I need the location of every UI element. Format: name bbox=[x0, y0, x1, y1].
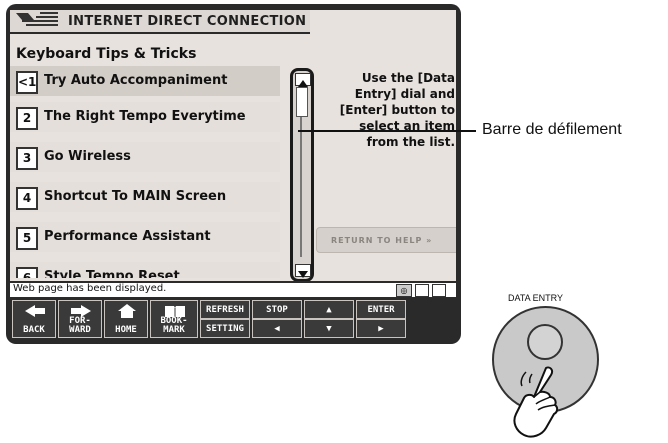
title-bar: INTERNET DIRECT CONNECTION bbox=[10, 10, 310, 34]
enter-button[interactable]: ENTER bbox=[356, 300, 406, 319]
house-icon bbox=[118, 304, 136, 318]
setting-button[interactable]: SETTING bbox=[200, 319, 250, 338]
internet-logo-icon bbox=[16, 12, 58, 26]
down-button[interactable]: ▼ bbox=[304, 319, 354, 338]
right-button[interactable]: ▶ bbox=[356, 319, 406, 338]
item-number[interactable]: 3 bbox=[16, 147, 38, 170]
forward-button[interactable]: FOR- WARD bbox=[58, 300, 102, 338]
dial-knob[interactable] bbox=[527, 324, 563, 360]
status-indicator bbox=[415, 284, 429, 297]
back-button[interactable]: BACK bbox=[12, 300, 56, 338]
scroll-thumb[interactable] bbox=[296, 87, 308, 117]
browser-toolbar: BACK FOR- WARD HOME BOOK- MARK REFRESH S… bbox=[10, 298, 456, 340]
lcd-display: INTERNET DIRECT CONNECTION Keyboard Tips… bbox=[6, 4, 461, 344]
browser-screen: INTERNET DIRECT CONNECTION Keyboard Tips… bbox=[10, 10, 456, 340]
status-text: Web page has been displayed. bbox=[13, 283, 167, 294]
list-item[interactable]: 5 Performance Assistant bbox=[10, 222, 280, 252]
window-title: INTERNET DIRECT CONNECTION bbox=[68, 14, 307, 29]
scroll-down-button[interactable] bbox=[295, 264, 311, 278]
list-item[interactable]: 6 Style Tempo Reset bbox=[10, 262, 280, 278]
dial-label: DATA ENTRY bbox=[508, 293, 564, 303]
item-label[interactable]: Shortcut To MAIN Screen bbox=[44, 189, 226, 204]
list-item[interactable]: 4 Shortcut To MAIN Screen bbox=[10, 182, 280, 212]
instruction-line: Use the [Data bbox=[361, 71, 455, 85]
item-number[interactable]: 5 bbox=[16, 227, 38, 250]
instruction-text: Use the [Data Entry] dial and [Enter] bu… bbox=[310, 70, 455, 146]
scroll-track[interactable] bbox=[300, 117, 302, 257]
forward-label: FOR- WARD bbox=[69, 316, 91, 335]
refresh-button[interactable]: REFRESH bbox=[200, 300, 250, 319]
up-button[interactable]: ▲ bbox=[304, 300, 354, 319]
down-arrow-icon: ▼ bbox=[326, 324, 332, 334]
back-label: BACK bbox=[23, 325, 45, 335]
home-label: HOME bbox=[115, 325, 137, 335]
status-indicator bbox=[432, 284, 446, 297]
finger-pointer-icon bbox=[513, 366, 559, 438]
scroll-up-button[interactable] bbox=[295, 73, 311, 87]
list-item[interactable]: 3 Go Wireless bbox=[10, 142, 280, 172]
bookmark-label: BOOK- MARK bbox=[160, 316, 188, 335]
item-number[interactable]: 2 bbox=[16, 107, 38, 130]
instruction-line: from the list. bbox=[366, 135, 455, 146]
left-button[interactable]: ◀ bbox=[252, 319, 302, 338]
left-arrow-icon: ◀ bbox=[274, 324, 280, 334]
item-label[interactable]: Try Auto Accompaniment bbox=[44, 73, 227, 88]
bookmark-button[interactable]: BOOK- MARK bbox=[150, 300, 198, 338]
stop-button[interactable]: STOP bbox=[252, 300, 302, 319]
item-number[interactable]: <1 bbox=[16, 71, 38, 94]
page-heading: Keyboard Tips & Tricks bbox=[16, 46, 197, 62]
instruction-line: [Enter] button to bbox=[339, 103, 455, 117]
item-label[interactable]: Performance Assistant bbox=[44, 229, 211, 244]
right-arrow-icon: ▶ bbox=[378, 324, 384, 334]
connection-icon: ◎ bbox=[396, 284, 412, 297]
item-number[interactable]: 4 bbox=[16, 187, 38, 210]
list-item[interactable]: <1 Try Auto Accompaniment bbox=[10, 66, 280, 96]
scrollbar-callout-label: Barre de défilement bbox=[482, 121, 622, 138]
item-label[interactable]: Go Wireless bbox=[44, 149, 131, 164]
tips-list: <1 Try Auto Accompaniment 2 The Right Te… bbox=[10, 66, 280, 278]
item-label[interactable]: Style Tempo Reset bbox=[44, 269, 180, 278]
callout-line bbox=[298, 130, 476, 132]
arrow-left-icon bbox=[25, 305, 45, 317]
home-button[interactable]: HOME bbox=[104, 300, 148, 338]
list-item[interactable]: 2 The Right Tempo Everytime bbox=[10, 102, 280, 132]
triangle-down-icon bbox=[298, 271, 308, 278]
status-bar: Web page has been displayed. ◎ bbox=[10, 281, 456, 298]
item-number[interactable]: 6 bbox=[16, 267, 38, 278]
return-to-help-button[interactable]: RETURN TO HELP » bbox=[316, 227, 456, 253]
item-label[interactable]: The Right Tempo Everytime bbox=[44, 109, 246, 124]
instruction-line: Entry] dial and bbox=[354, 87, 455, 101]
up-arrow-icon: ▲ bbox=[326, 305, 332, 315]
